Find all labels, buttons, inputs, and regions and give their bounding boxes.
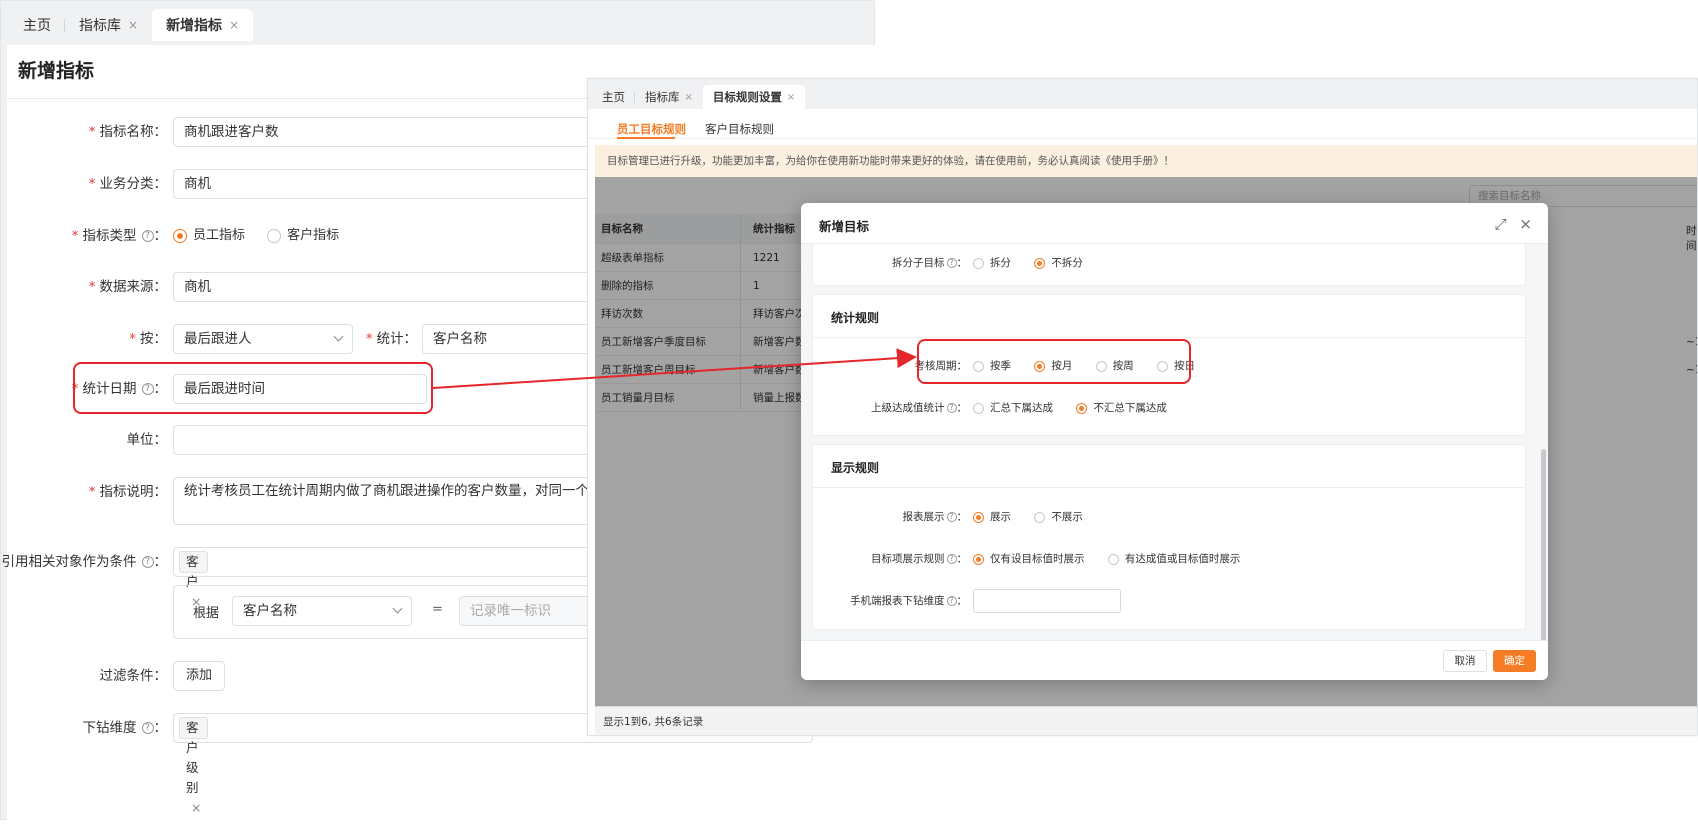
basis-select[interactable]: 客户名称	[232, 596, 412, 626]
equals-sign: =	[432, 602, 443, 617]
reference-select[interactable]	[173, 547, 593, 577]
date-field-highlight	[73, 362, 433, 414]
by-label: 按	[140, 331, 154, 347]
category-label: 业务分类	[99, 176, 154, 192]
name-input[interactable]: 商机跟进客户数	[173, 117, 593, 147]
unit-label: 单位	[126, 432, 154, 448]
display-rules-title: 显示规则	[831, 461, 880, 475]
divider	[813, 487, 1525, 488]
close-icon[interactable]: ×	[787, 92, 795, 103]
filter-label: 过滤条件	[99, 668, 154, 684]
mobile-drill-input[interactable]	[973, 589, 1121, 613]
drill-label: 下钻维度	[82, 720, 137, 736]
dialog-controls: ⤢ ×	[1495, 215, 1532, 233]
reference-tag: 客户×	[179, 551, 209, 609]
split-card: 拆分子目标?： 拆分 不拆分	[812, 244, 1526, 286]
condition-box: 根据 客户名称 = 记录唯一标识	[173, 585, 594, 639]
help-icon[interactable]: ?	[946, 596, 957, 606]
subtab-indicator	[617, 137, 675, 139]
help-icon[interactable]: ?	[946, 403, 957, 413]
desc-label: 指标说明	[99, 484, 154, 500]
subtabs: 员工目标规则 客户目标规则	[588, 109, 1697, 139]
help-icon[interactable]: ?	[946, 512, 957, 522]
close-icon[interactable]: ×	[685, 92, 693, 103]
dialog-scrollbar[interactable]	[1541, 449, 1546, 640]
help-icon[interactable]: ?	[946, 554, 957, 564]
name-label: 指标名称	[99, 124, 154, 140]
tab-new-metric[interactable]: 新增指标 ×	[152, 9, 254, 41]
dialog-title: 新增目标	[819, 219, 870, 234]
stat-rules-title: 统计规则	[831, 311, 880, 325]
item-any-radio[interactable]	[1107, 553, 1119, 565]
help-icon[interactable]: ?	[141, 556, 154, 568]
type-label: 指标类型	[82, 228, 137, 244]
right-tabbar: 主页 指标库 × 目标规则设置 ×	[588, 79, 1697, 109]
help-icon[interactable]: ?	[141, 722, 154, 734]
ref-label: 引用相关对象作为条件	[1, 554, 137, 570]
subtab-customer[interactable]: 客户目标规则	[705, 121, 774, 137]
type-customer-radio[interactable]	[267, 229, 282, 243]
chevron-down-icon	[392, 603, 403, 614]
help-icon[interactable]: ?	[141, 230, 154, 242]
split-no-radio[interactable]	[1034, 257, 1046, 269]
new-target-dialog: 新增目标 ⤢ × 拆分子目标?： 拆分 不拆分 统计规则 考核周期： 按季 按月…	[801, 203, 1548, 680]
period-highlight	[917, 339, 1191, 384]
display-rules-card: 显示规则 报表展示?： 展示 不展示 目标项展示规则?： 仅有设目标值时展示 有…	[812, 444, 1526, 630]
dialog-header: 新增目标 ⤢ ×	[801, 203, 1548, 244]
left-tabbar: 主页 指标库 × 新增指标 ×	[1, 1, 874, 41]
report-show-radio[interactable]	[973, 511, 984, 523]
source-select[interactable]: 商机	[173, 272, 593, 302]
superior-sum-radio[interactable]	[973, 402, 984, 414]
close-icon[interactable]: ×	[1519, 215, 1532, 233]
help-icon[interactable]: ?	[946, 258, 957, 268]
upgrade-notice: 目标管理已进行升级，功能更加丰富，为给你在使用新功能时带来更好的体验，请在使用前…	[595, 145, 1697, 177]
tab-home[interactable]: 主页	[592, 85, 635, 109]
record-id-input[interactable]: 记录唯一标识	[459, 596, 594, 626]
close-icon[interactable]: ×	[128, 18, 138, 32]
confirm-button[interactable]: 确定	[1493, 650, 1536, 672]
divider	[813, 337, 1525, 338]
chevron-down-icon	[333, 331, 344, 342]
report-hide-radio[interactable]	[1034, 511, 1046, 523]
item-target-only-radio[interactable]	[973, 553, 984, 565]
tab-metric-library[interactable]: 指标库 ×	[635, 85, 703, 109]
description-textarea[interactable]: 统计考核员工在统计周期内做了商机跟进操作的客户数量，对同一个客户进行	[173, 477, 593, 525]
dialog-body: 拆分子目标?： 拆分 不拆分 统计规则 考核周期： 按季 按月 按周 按日 上级…	[801, 244, 1548, 640]
close-icon[interactable]: ×	[229, 18, 239, 32]
close-icon[interactable]: ×	[191, 800, 201, 815]
stat-label: 统计	[376, 331, 404, 347]
type-employee-radio[interactable]	[173, 229, 187, 243]
tab-metric-library[interactable]: 指标库 ×	[65, 9, 152, 41]
add-filter-button[interactable]: 添加	[173, 661, 225, 691]
stat-select[interactable]: 客户名称	[422, 324, 593, 354]
expand-icon[interactable]: ⤢	[1495, 215, 1507, 233]
subtab-employee[interactable]: 员工目标规则	[617, 121, 686, 137]
dialog-footer: 取消 确定	[801, 640, 1548, 680]
superior-nosum-radio[interactable]	[1076, 402, 1088, 414]
basis-label: 根据	[193, 606, 220, 621]
category-select[interactable]: 商机	[173, 169, 593, 199]
cancel-button[interactable]: 取消	[1443, 650, 1487, 672]
split-yes-radio[interactable]	[973, 257, 984, 269]
page-title: 新增指标	[18, 60, 95, 82]
tab-target-rules[interactable]: 目标规则设置 ×	[702, 85, 806, 109]
source-label: 数据来源	[99, 279, 154, 295]
tab-home[interactable]: 主页	[9, 9, 65, 41]
table-footer: 显示1到6, 共6条记录	[595, 706, 1697, 735]
by-select[interactable]: 最后跟进人	[173, 324, 353, 354]
unit-input[interactable]	[173, 425, 593, 455]
drill-tag: 客户级别×	[179, 717, 209, 815]
